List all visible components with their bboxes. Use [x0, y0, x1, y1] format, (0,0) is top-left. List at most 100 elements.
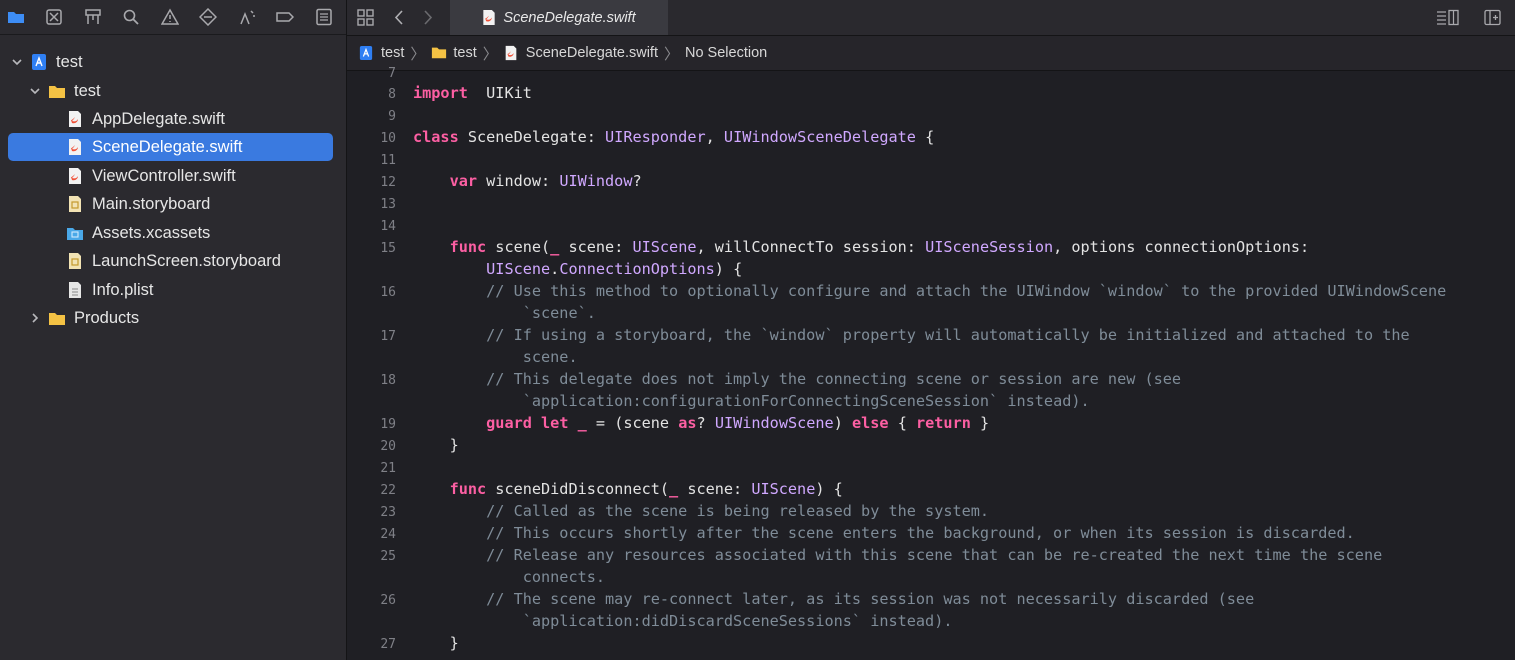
code-line: func sceneDidDisconnect(_ scene: UIScene…: [413, 480, 843, 498]
code-token: UIWindowSceneDelegate: [723, 128, 916, 146]
swift-file-icon: [66, 167, 84, 185]
tree-item-label: AppDelegate.swift: [92, 109, 225, 128]
code-token: UISceneSession: [925, 238, 1054, 256]
navigator-toolbar: [0, 0, 346, 35]
tree-item-viewcontroller[interactable]: ViewController.swift: [66, 162, 236, 190]
code-token: // This delegate does not imply the conn…: [486, 370, 1182, 388]
hierarchy-icon[interactable]: [82, 6, 104, 28]
report-icon[interactable]: [313, 6, 335, 28]
tree-item-label: LaunchScreen.storyboard: [92, 251, 281, 270]
tree-item-label: Assets.xcassets: [92, 223, 211, 242]
project-navigator: test test AppDelegate.swift SceneDelegat…: [0, 0, 347, 660]
search-icon[interactable]: [120, 6, 142, 28]
jumpbar-item-folder[interactable]: test: [431, 45, 477, 61]
source-control-icon[interactable]: [43, 6, 65, 28]
code-token: SceneDelegate:: [458, 128, 606, 146]
line-number: 25: [380, 549, 396, 564]
code-token: UIWindowScene: [714, 414, 834, 432]
back-arrow-icon[interactable]: [389, 7, 409, 27]
line-number: 10: [380, 131, 396, 146]
chevron-down-icon[interactable]: [28, 84, 42, 98]
forward-arrow-icon[interactable]: [417, 7, 437, 27]
grid-icon[interactable]: [355, 7, 375, 27]
code-token: // Called as the scene is being released…: [486, 502, 990, 520]
tree-item-products[interactable]: Products: [28, 304, 139, 332]
code-token: _: [669, 480, 679, 498]
code-token: UIWindow: [559, 172, 633, 190]
jumpbar-item-file[interactable]: SceneDelegate.swift: [504, 45, 658, 61]
breakpoint-icon[interactable]: [274, 6, 296, 28]
folder-icon[interactable]: [5, 6, 27, 28]
code-token: }: [413, 634, 459, 652]
tree-item-main-storyboard[interactable]: Main.storyboard: [66, 190, 210, 218]
code-token: func: [449, 238, 487, 256]
line-number: 13: [380, 197, 396, 212]
tree-item-launchscreen[interactable]: LaunchScreen.storyboard: [66, 247, 281, 275]
code-line: import UIKit: [413, 84, 532, 102]
code-line: UIScene.ConnectionOptions) {: [413, 260, 742, 278]
line-number: 21: [380, 461, 396, 476]
tree-item-scenedelegate[interactable]: SceneDelegate.swift: [8, 133, 333, 161]
folder-icon: [48, 82, 66, 100]
code-token: // Use this method to optionally configu…: [486, 282, 1447, 300]
code-token: scene.: [522, 348, 578, 366]
code-line: var window: UIWindow?: [413, 172, 642, 190]
tree-item-folder-test[interactable]: test: [28, 77, 101, 105]
swift-file-icon: [482, 9, 496, 26]
code-token: UIScene: [486, 260, 551, 278]
jumpbar-item-project[interactable]: test: [359, 45, 404, 61]
tree-item-project-test[interactable]: test: [10, 48, 83, 76]
line-number: 9: [388, 109, 396, 124]
code-view[interactable]: 7 8 import UIKit 9 10 class SceneDelegate: U…: [347, 66, 1515, 660]
chevron-right-icon[interactable]: [28, 311, 42, 325]
code-line: // Called as the scene is being released…: [413, 502, 989, 520]
line-number: 14: [380, 219, 396, 234]
chevron-down-icon[interactable]: [10, 55, 24, 69]
plist-file-icon: [66, 281, 84, 299]
line-number: 26: [380, 593, 396, 608]
editor-options-icon[interactable]: [1435, 7, 1461, 27]
code-token: }: [413, 436, 459, 454]
project-file-icon: [359, 45, 375, 61]
code-token: ) {: [714, 260, 743, 278]
code-token: ): [833, 414, 852, 432]
jumpbar-label: test: [453, 45, 477, 61]
add-editor-icon[interactable]: [1482, 7, 1502, 27]
swift-file-icon: [66, 138, 84, 156]
code-token: import: [413, 84, 468, 102]
tree-item-assets[interactable]: Assets.xcassets: [66, 219, 210, 247]
test-diamond-icon[interactable]: [197, 6, 219, 28]
tree-item-infoplist[interactable]: Info.plist: [66, 276, 153, 304]
warning-icon[interactable]: [159, 6, 181, 28]
code-token: UIKit: [467, 84, 532, 102]
code-token: // Release any resources associated with…: [486, 546, 1383, 564]
tab-scenedelegate[interactable]: SceneDelegate.swift: [450, 0, 668, 35]
code-line: func scene(_ scene: UIScene, willConnect…: [413, 238, 1310, 256]
code-token: `application:configurationForConnectingS…: [522, 392, 1090, 410]
line-number: 20: [380, 439, 396, 454]
code-line: // Release any resources associated with…: [413, 546, 1382, 564]
project-file-icon: [30, 53, 48, 71]
line-number: 7: [388, 66, 396, 81]
jumpbar-item-selection[interactable]: No Selection: [685, 45, 767, 61]
code-line: // This occurs shortly after the scene e…: [413, 524, 1355, 542]
line-number: 18: [380, 373, 396, 388]
jumpbar-label: SceneDelegate.swift: [525, 45, 658, 61]
tree-item-appdelegate[interactable]: AppDelegate.swift: [66, 105, 225, 133]
line-number: 27: [380, 637, 396, 652]
code-token: else: [851, 414, 889, 432]
storyboard-file-icon: [66, 195, 84, 213]
debug-icon[interactable]: [236, 6, 258, 28]
code-token: // The scene may re-connect later, as it…: [486, 590, 1255, 608]
code-token: let: [541, 414, 569, 432]
jump-bar: test 〉 test 〉 SceneDelegate.swift 〉 No S…: [347, 36, 1515, 71]
chevron-right-icon: 〉: [663, 45, 679, 63]
code-line: class SceneDelegate: UIResponder, UIWind…: [413, 128, 934, 146]
